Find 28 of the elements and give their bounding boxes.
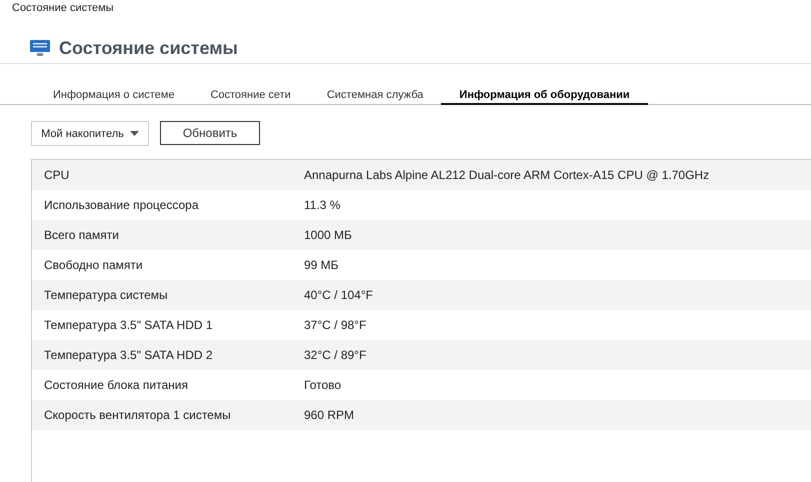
row-label: Свободно памяти	[43, 258, 144, 272]
row-label: Скорость вентилятора 1 системы	[43, 408, 232, 422]
window-title: Состояние системы	[11, 1, 115, 16]
tab[interactable]: Информация о системе	[35, 87, 192, 104]
row-value: 960 RPM	[304, 408, 354, 422]
row-label: Температура системы	[43, 288, 169, 302]
row-value: 99 МБ	[304, 258, 339, 272]
row-label: Температура 3.5" SATA HDD 1	[43, 318, 214, 332]
row-value: Annapurna Labs Alpine AL212 Dual-core ARM Cortex-A15 CPU @ 1.70GHz	[304, 168, 710, 182]
row-value: 40°C / 104°F	[304, 288, 373, 302]
row-label: CPU	[43, 168, 70, 182]
refresh-button[interactable]: Обновить	[160, 121, 260, 145]
row-value: 11.3 %	[304, 198, 340, 212]
row-value: 37°C / 98°F	[304, 318, 366, 332]
row-label: Состояние блока питания	[43, 378, 189, 392]
caret-icon	[130, 131, 139, 136]
storage-dropdown[interactable]: Мой накопитель	[31, 121, 149, 146]
tab[interactable]: Состояние сети	[192, 87, 309, 104]
row-label: Использование процессора	[43, 198, 200, 212]
tab[interactable]: Системная служба	[308, 87, 442, 104]
monitor-icon	[30, 40, 50, 56]
tab[interactable]: Информация об оборудовании	[441, 87, 648, 105]
row-value: 1000 МБ	[304, 228, 352, 242]
row-value: 32°C / 89°F	[304, 348, 366, 362]
row-label: Температура 3.5" SATA HDD 2	[43, 348, 214, 362]
row-value: Готово	[304, 378, 342, 392]
page-title: Состояние системы	[59, 38, 238, 58]
row-label: Всего памяти	[43, 228, 120, 242]
